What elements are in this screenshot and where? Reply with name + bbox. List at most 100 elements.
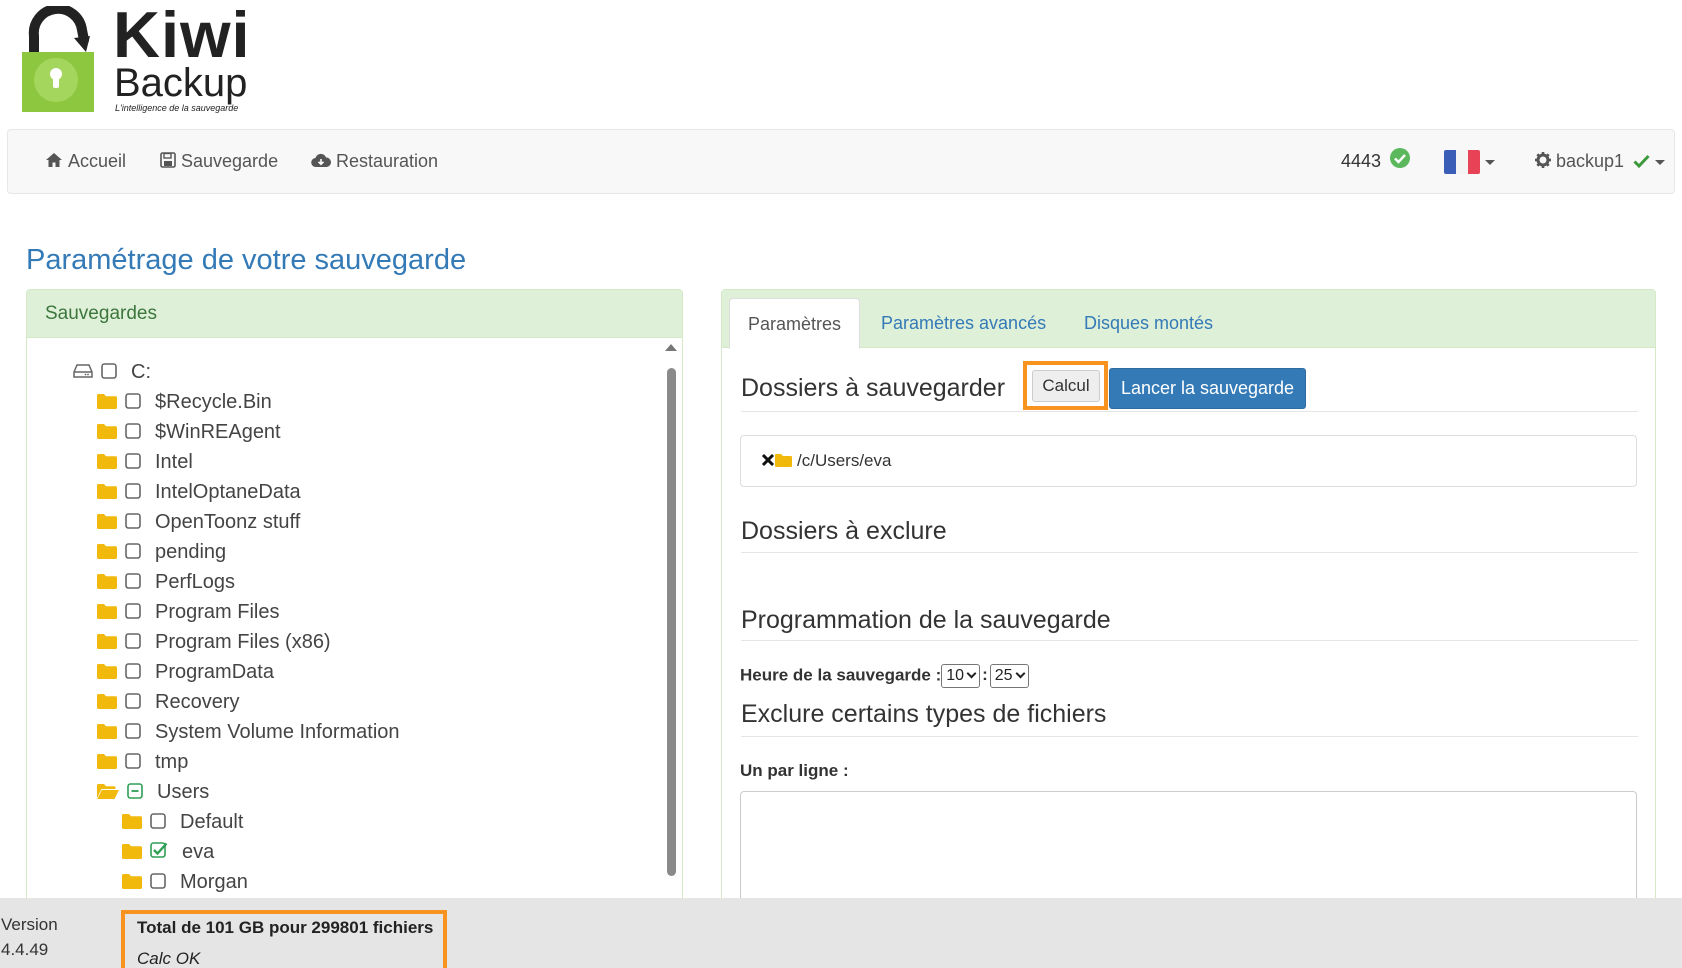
tree-node[interactable]: Default (122, 807, 243, 837)
logo-name-line2: Backup (114, 61, 248, 105)
logo-name-line1: Kiwi (113, 0, 251, 71)
folder-open-icon[interactable] (97, 778, 119, 808)
nav-item-label: Accueil (68, 151, 127, 171)
tree-node[interactable]: tmp (97, 747, 188, 777)
checkbox-unchecked-icon[interactable] (125, 568, 141, 598)
folder-icon[interactable] (97, 658, 117, 688)
remove-x-icon[interactable] (761, 437, 775, 487)
tree-node[interactable]: PerfLogs (97, 567, 235, 597)
checkbox-unchecked-icon[interactable] (125, 688, 141, 718)
tree-node[interactable]: Program Files (x86) (97, 627, 331, 657)
checkbox-unchecked-icon[interactable] (150, 808, 166, 838)
exclude-file-types-textarea[interactable] (740, 791, 1637, 911)
tree-node[interactable]: Recovery (97, 687, 239, 717)
divider (741, 411, 1638, 412)
tree-node[interactable]: eva (122, 837, 214, 867)
checkbox-unchecked-icon[interactable] (125, 508, 141, 538)
folders-to-backup-heading: Dossiers à sauvegarder (741, 374, 1006, 402)
tree-node-label: C: (131, 361, 151, 383)
nav-item-restauration[interactable]: Restauration (311, 130, 438, 193)
tree-node[interactable]: Users (97, 777, 209, 807)
tree-node[interactable]: pending (97, 537, 226, 567)
save-icon (160, 131, 176, 194)
checkbox-checked-icon[interactable] (150, 838, 168, 868)
checkbox-unchecked-icon[interactable] (125, 418, 141, 448)
nav-item-sauvegarde[interactable]: Sauvegarde (160, 130, 278, 193)
checkbox-unchecked-icon[interactable] (125, 628, 141, 658)
checkbox-partial-icon[interactable] (127, 778, 143, 808)
start-backup-button[interactable]: Lancer la sauvegarde (1109, 368, 1306, 409)
nav-item-accueil[interactable]: Accueil (45, 130, 126, 193)
version-info: Version 4.4.49 (1, 912, 58, 962)
tree-node[interactable]: $Recycle.Bin (97, 387, 272, 417)
language-dropdown[interactable] (1444, 130, 1495, 193)
checkbox-unchecked-icon[interactable] (125, 478, 141, 508)
schedule-heading: Programmation de la sauvegarde (741, 606, 1111, 634)
tree-node-label: $WinREAgent (155, 421, 281, 443)
checkbox-unchecked-icon[interactable] (125, 658, 141, 688)
checkbox-unchecked-icon[interactable] (125, 748, 141, 778)
checkbox-unchecked-icon[interactable] (125, 718, 141, 748)
tab-parametres[interactable]: Paramètres (729, 298, 861, 349)
folder-icon[interactable] (97, 748, 117, 778)
tree-node-label: pending (155, 541, 227, 563)
hour-select[interactable]: 10 (941, 664, 981, 688)
scrollbar-thumb[interactable] (667, 368, 676, 876)
tab-disques-montes[interactable]: Disques montés (1066, 298, 1231, 349)
calc-status-text: Calc OK (137, 949, 201, 968)
folder-icon[interactable] (97, 388, 117, 418)
tree-node[interactable]: ProgramData (97, 657, 274, 687)
tree-node[interactable]: System Volume Information (97, 717, 400, 747)
user-menu-dropdown[interactable]: backup1 (1535, 130, 1666, 194)
tree-scrollbar[interactable] (663, 338, 677, 893)
folder-icon[interactable] (97, 448, 117, 478)
backup-time-label: Heure de la sauvegarde : (740, 665, 942, 685)
tree-node[interactable]: Program Files (97, 597, 279, 627)
time-separator: : (982, 665, 988, 685)
tree-node-label: Program Files (x86) (155, 631, 331, 653)
folder-icon[interactable] (97, 628, 117, 658)
gear-icon (1535, 131, 1551, 194)
check-circle-icon (1390, 131, 1411, 194)
tree-node-label: IntelOptaneData (155, 481, 301, 503)
minute-select[interactable]: 25 (989, 664, 1029, 688)
cloud-download-icon (311, 131, 332, 194)
kiwi-backup-logo[interactable]: Kiwi Backup L'intelligence de la sauvega… (20, 2, 260, 116)
folder-icon[interactable] (97, 598, 117, 628)
scroll-up-arrow-icon[interactable] (665, 344, 677, 351)
tree-node-label: $Recycle.Bin (155, 391, 272, 413)
folder-icon[interactable] (97, 538, 117, 568)
tab-parametres-avances[interactable]: Paramètres avancés (863, 298, 1064, 349)
folder-icon (775, 437, 792, 487)
tree-node-drive[interactable]: C: (73, 357, 151, 387)
tree-node[interactable]: OpenToonz stuff (97, 507, 300, 537)
tree-node-label: Intel (155, 451, 193, 473)
tree-node[interactable]: Intel (97, 447, 193, 477)
padlock-logo-icon (22, 6, 94, 112)
tree-node-label: PerfLogs (155, 571, 236, 593)
tree-node[interactable]: $WinREAgent (97, 417, 281, 447)
folder-icon[interactable] (97, 418, 117, 448)
folder-icon[interactable] (97, 568, 117, 598)
checkbox-unchecked-icon[interactable] (101, 358, 117, 388)
tree-node-label: System Volume Information (155, 721, 400, 743)
calc-result-highlight: Total de 101 GB pour 299801 fichiers Cal… (121, 910, 447, 968)
folder-icon[interactable] (97, 508, 117, 538)
folder-icon[interactable] (97, 478, 117, 508)
folder-icon[interactable] (97, 718, 117, 748)
divider (741, 640, 1638, 641)
checkbox-unchecked-icon[interactable] (150, 868, 166, 898)
folder-icon[interactable] (122, 868, 142, 898)
tree-node[interactable]: Morgan (122, 867, 248, 897)
folder-icon[interactable] (122, 808, 142, 838)
folder-icon[interactable] (122, 838, 142, 868)
counter-indicator[interactable]: 4443 (1341, 130, 1415, 193)
calcul-button[interactable]: Calcul (1032, 370, 1100, 402)
checkbox-unchecked-icon[interactable] (125, 448, 141, 478)
tree-node[interactable]: IntelOptaneData (97, 477, 301, 507)
folder-tree[interactable]: C: $Recycle.Bin $WinREAgent Intel IntelOpta… (27, 339, 667, 899)
checkbox-unchecked-icon[interactable] (125, 538, 141, 568)
checkbox-unchecked-icon[interactable] (125, 598, 141, 628)
checkbox-unchecked-icon[interactable] (125, 388, 141, 418)
folder-icon[interactable] (97, 688, 117, 718)
